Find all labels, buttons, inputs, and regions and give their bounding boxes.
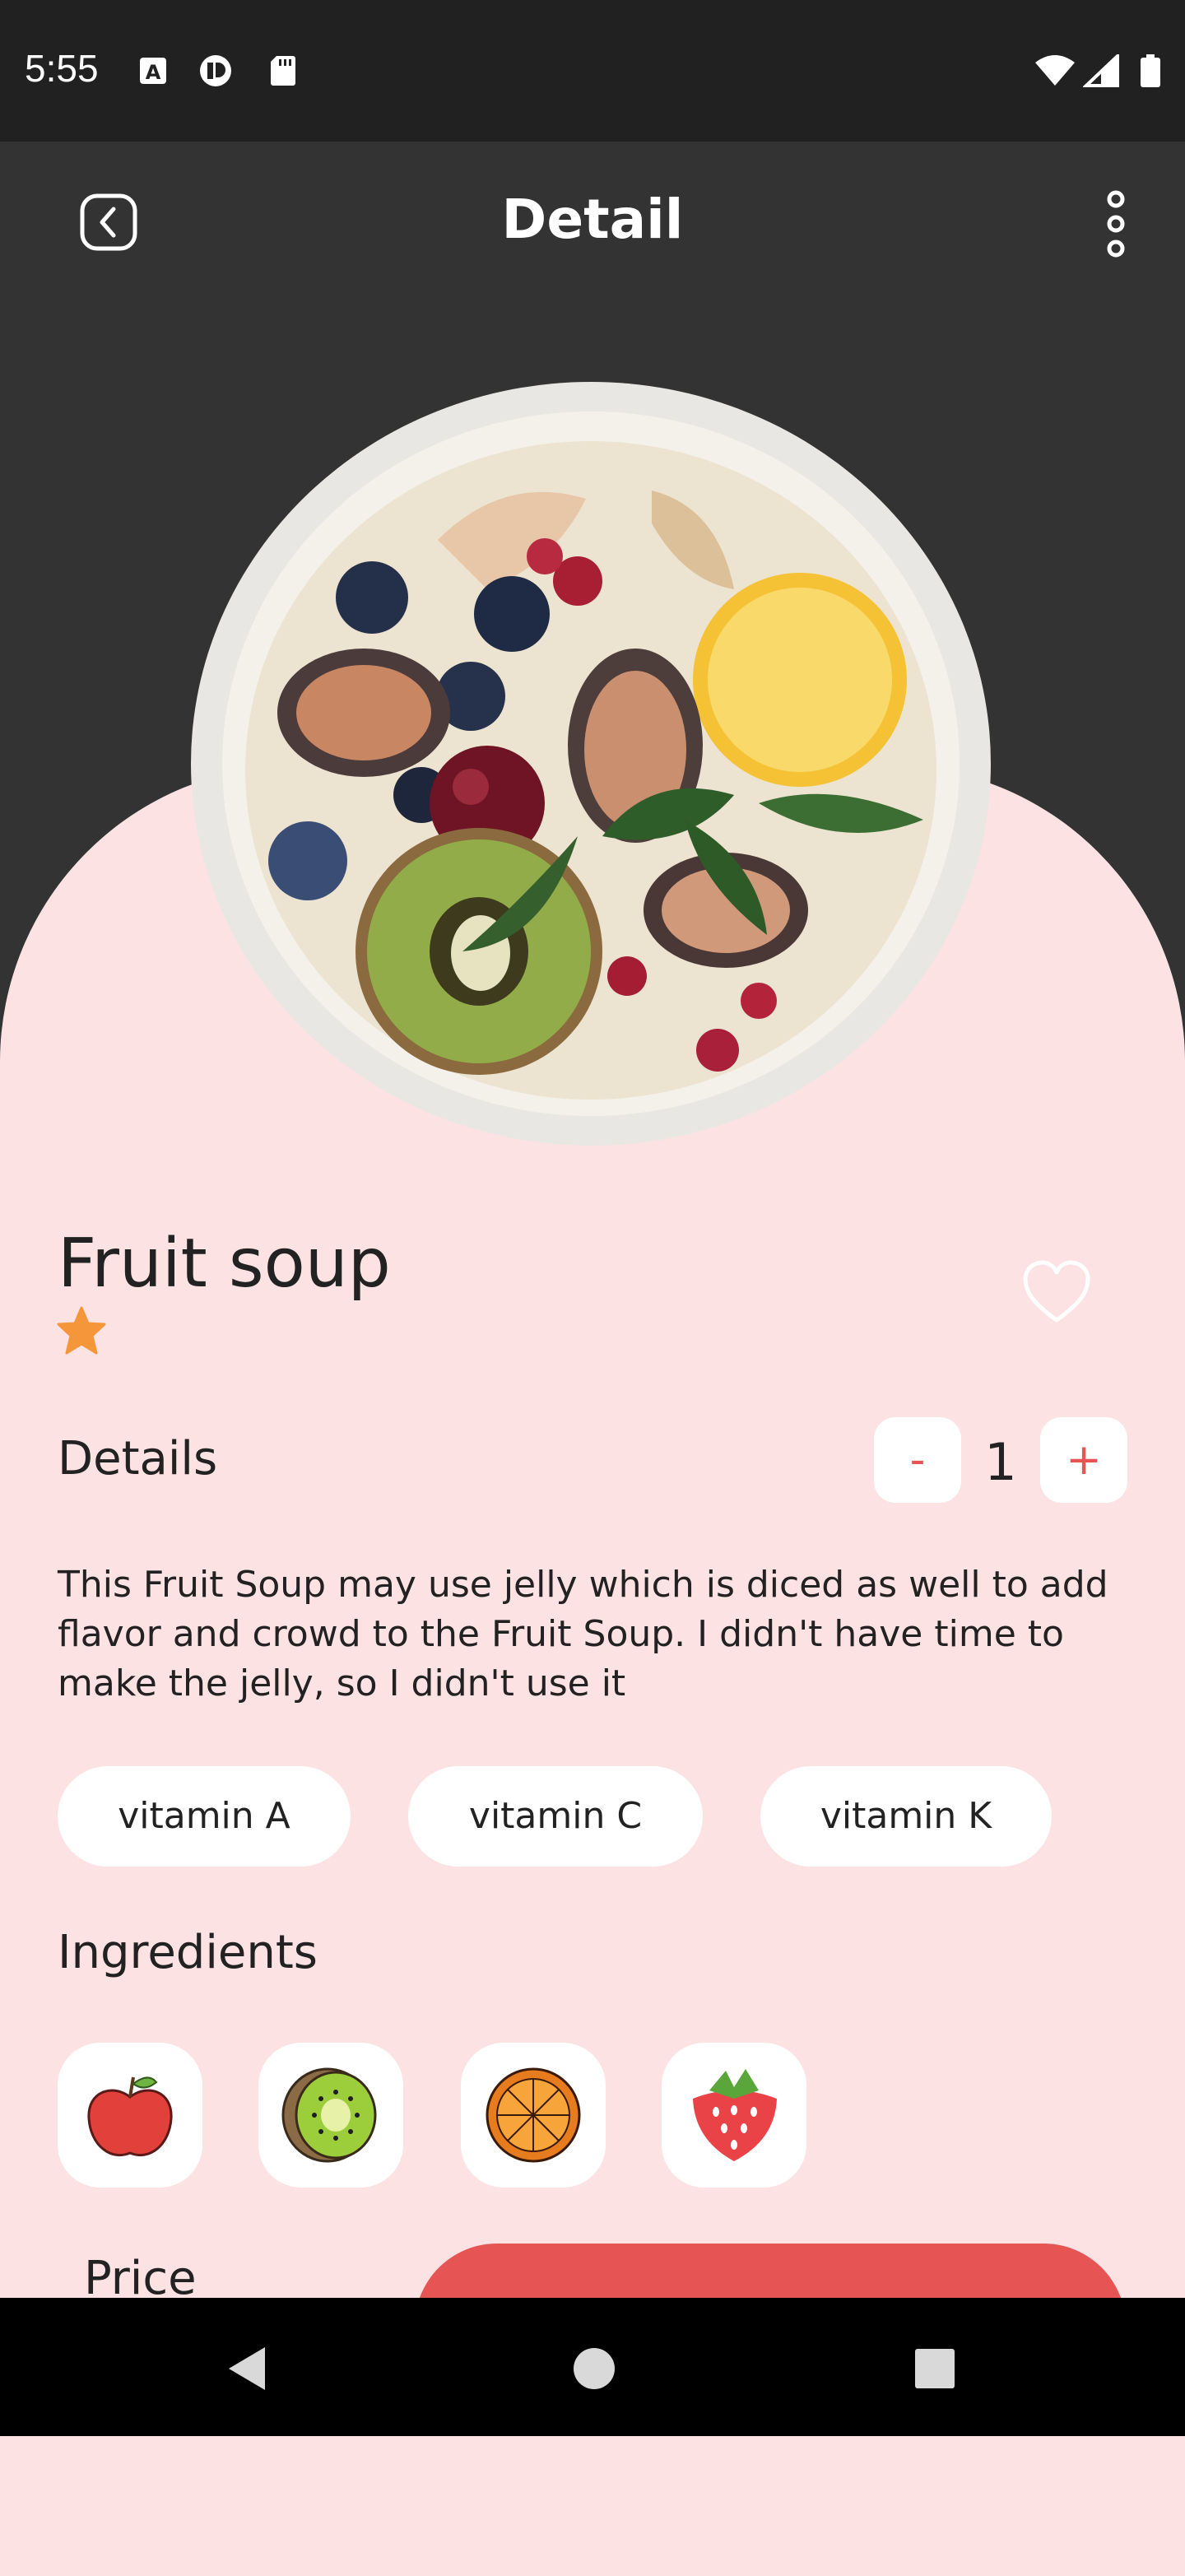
- decrement-button[interactable]: -: [874, 1417, 961, 1503]
- fruit-soup-image: [191, 382, 991, 1146]
- details-heading: Details: [58, 1432, 218, 1486]
- battery-icon: [1141, 54, 1160, 87]
- tag-vitamin-c[interactable]: vitamin C: [408, 1766, 703, 1867]
- kiwi-icon: [281, 2067, 377, 2163]
- recents-square-icon: [915, 2349, 955, 2388]
- signal-icon: [1083, 54, 1119, 87]
- ingredient-strawberry[interactable]: [662, 2043, 806, 2188]
- apple-icon: [87, 2076, 173, 2157]
- back-triangle-icon: [229, 2347, 265, 2390]
- sd-card-icon: [271, 56, 295, 86]
- more-options-button[interactable]: [1099, 189, 1132, 258]
- page-title: Detail: [501, 188, 684, 251]
- more-vertical-icon: [1107, 190, 1125, 258]
- nav-home-button[interactable]: [571, 2344, 617, 2393]
- quantity-value: 1: [984, 1432, 1017, 1492]
- nav-back-button[interactable]: [224, 2344, 270, 2393]
- orange-icon: [486, 2067, 581, 2163]
- ingredients-heading: Ingredients: [58, 1926, 318, 1979]
- status-time: 5:55: [25, 47, 99, 90]
- svg-text:A: A: [146, 61, 161, 84]
- status-bar: 5:55 A: [0, 0, 1185, 142]
- ingredient-kiwi[interactable]: [258, 2043, 403, 2188]
- strawberry-icon: [693, 2069, 777, 2161]
- product-name: Fruit soup: [58, 1225, 391, 1303]
- favorite-button[interactable]: [1022, 1259, 1091, 1325]
- product-description: This Fruit Soup may use jelly which is d…: [58, 1564, 1108, 1704]
- home-circle-icon: [574, 2348, 615, 2389]
- wifi-icon: [1035, 55, 1075, 86]
- increment-button[interactable]: +: [1040, 1417, 1127, 1503]
- app-notification-icon: [200, 55, 231, 86]
- a-notification-icon: A: [140, 58, 166, 84]
- heart-outline-icon: [1023, 1260, 1090, 1323]
- ingredient-apple[interactable]: [58, 2043, 202, 2188]
- nav-recents-button[interactable]: [912, 2344, 958, 2393]
- rating-star-icon: [57, 1306, 106, 1355]
- tag-vitamin-k[interactable]: vitamin K: [760, 1766, 1052, 1867]
- tag-vitamin-a[interactable]: vitamin A: [58, 1766, 351, 1867]
- ingredient-orange[interactable]: [461, 2043, 606, 2188]
